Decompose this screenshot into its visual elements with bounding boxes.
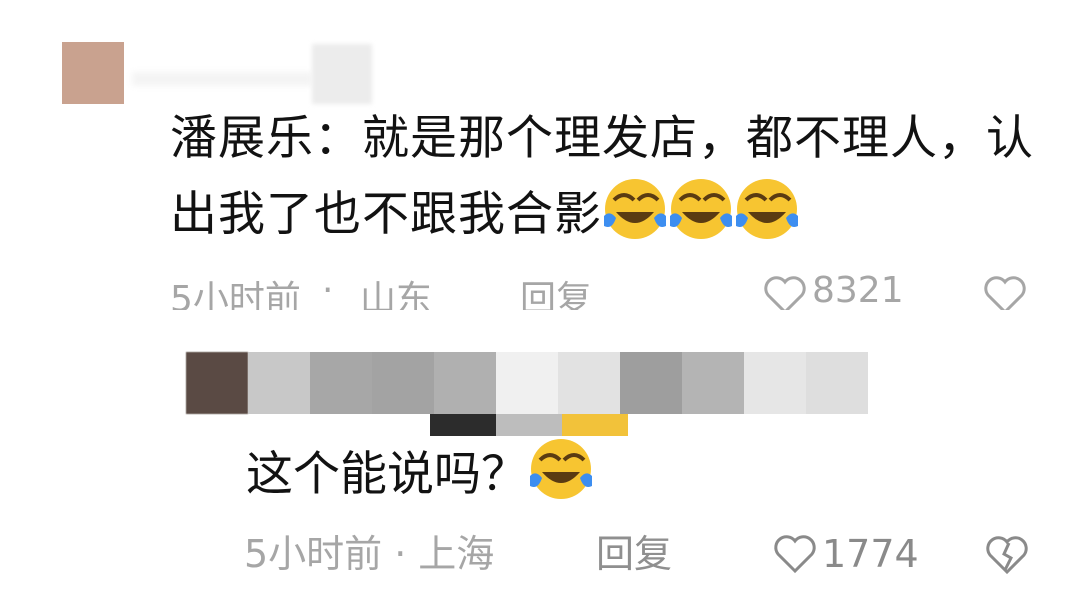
comment-body: 潘展乐：就是那个理发店，都不理人，认出我了也不跟我合影 [170, 102, 1050, 252]
laughing-crying-icon [528, 436, 594, 502]
comment-author: 潘展乐 [170, 111, 314, 166]
like-icon[interactable] [762, 274, 808, 310]
reply-location: 上海 [418, 532, 495, 576]
like-icon [774, 535, 816, 574]
username-blurred-block [312, 44, 372, 104]
avatar[interactable] [62, 42, 124, 104]
reply-dot: · [394, 532, 407, 576]
reply-username-mosaic [248, 352, 868, 414]
comment-location: 山东 [360, 279, 433, 310]
comment-reply-button[interactable]: 回复 [520, 270, 592, 310]
reply-body: 这个能说吗？ [246, 436, 594, 510]
laughing-crying-icon [668, 176, 734, 242]
dislike-icon[interactable] [984, 534, 1030, 591]
laughing-crying-icon [602, 176, 668, 242]
reply-like-count: 1774 [822, 532, 919, 576]
username-blurred[interactable] [132, 72, 312, 86]
comment-dot: · [322, 270, 334, 310]
laughing-crying-icon [734, 176, 800, 242]
reply-meta: 5小时前 · 上海 回复 1774 [244, 526, 1044, 582]
dislike-icon[interactable] [982, 274, 1028, 310]
comment-time: 5小时前 [170, 279, 301, 310]
reply-reply-button[interactable]: 回复 [596, 526, 672, 582]
reply-avatar[interactable] [186, 352, 248, 414]
reply-time: 5小时前 [244, 532, 383, 576]
reply-username-mosaic-bottom [430, 414, 628, 436]
reply-like-button[interactable]: 1774 [772, 526, 919, 582]
reply-text: 这个能说吗？ [246, 447, 528, 502]
comment-like-count: 8321 [812, 270, 904, 310]
comment-separator: ： [314, 111, 362, 166]
comment-meta: 5小时前 · 山东 回复 8321 [170, 270, 1050, 310]
